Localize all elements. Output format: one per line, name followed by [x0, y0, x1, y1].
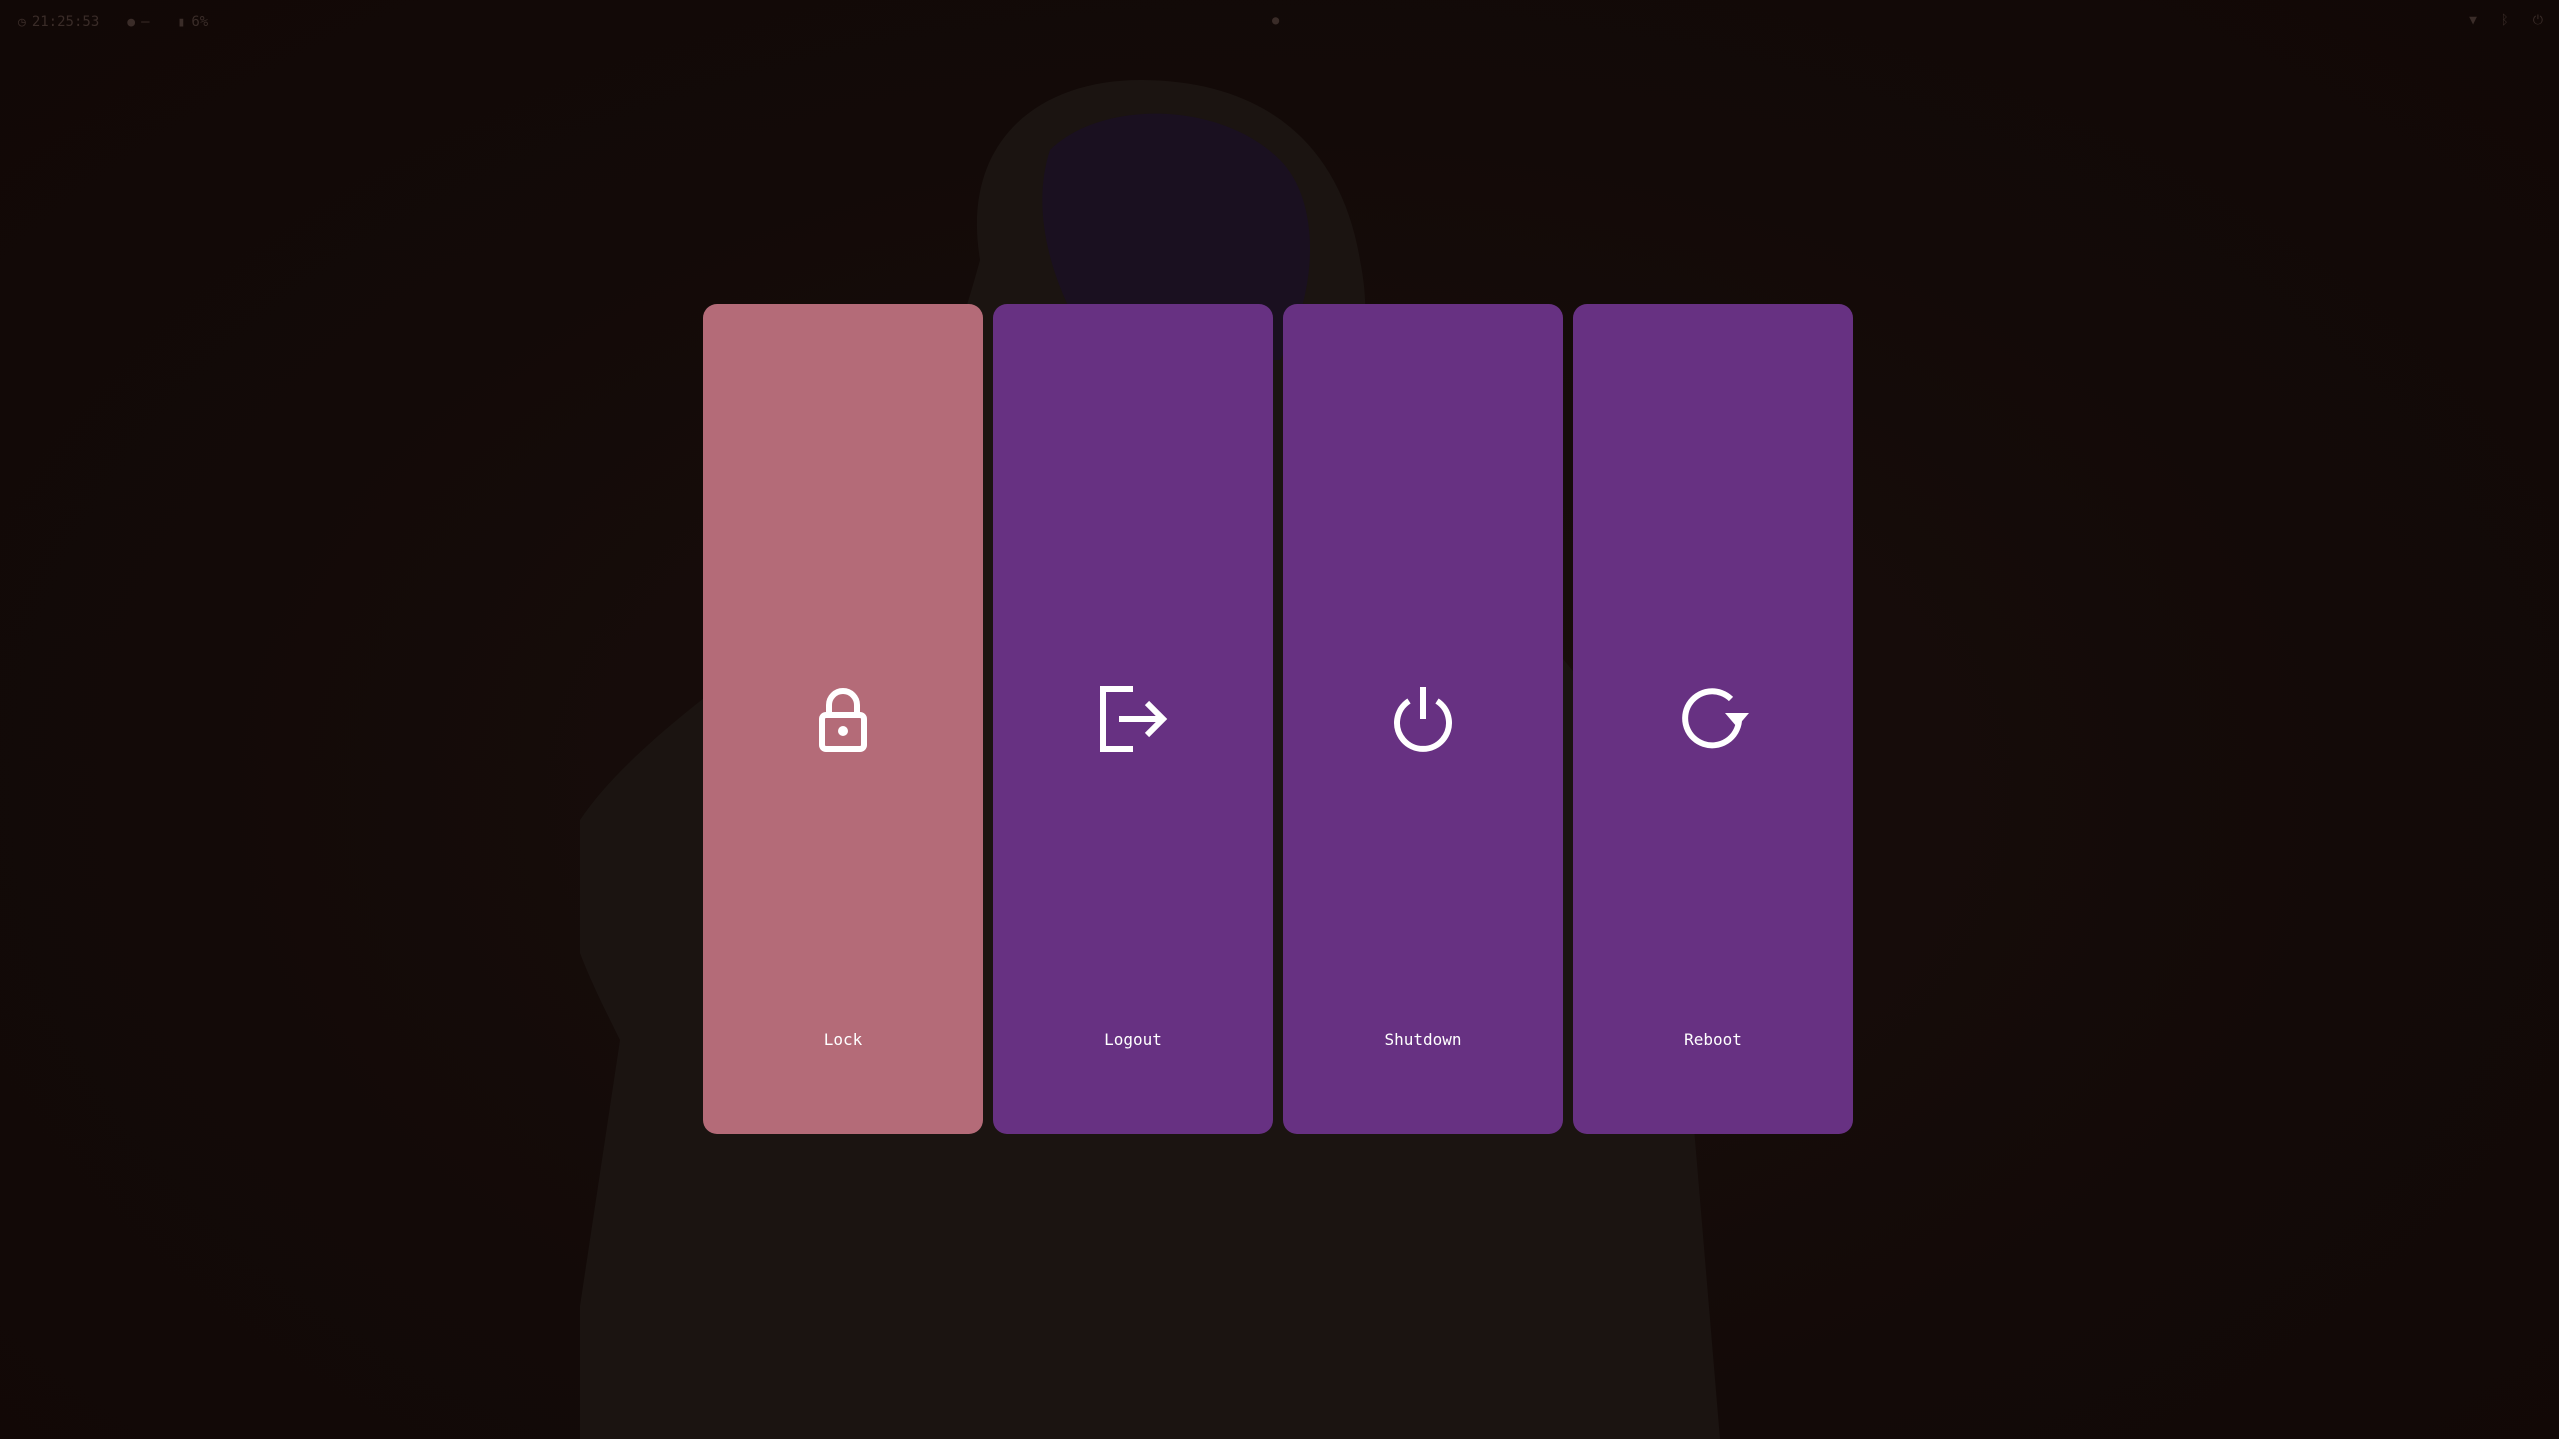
- workspace-indicator[interactable]: ●: [1272, 13, 1279, 27]
- circle-icon: ●: [127, 14, 136, 30]
- logout-icon: [1093, 679, 1173, 759]
- battery-text: 6%: [191, 14, 209, 30]
- lock-button[interactable]: Lock: [703, 304, 983, 1134]
- dot-icon: ●: [1272, 13, 1280, 27]
- logout-button[interactable]: Logout: [993, 304, 1273, 1134]
- battery-icon: ▮: [177, 14, 186, 30]
- battery-widget[interactable]: ▮ 6%: [178, 14, 209, 30]
- power-icon: [1383, 679, 1463, 759]
- workspace-widget[interactable]: ● —: [127, 14, 149, 30]
- shutdown-button[interactable]: Shutdown: [1283, 304, 1563, 1134]
- desktop: ◷ 21:25:53 ● — ▮ 6% ● ▼ ᛒ ⏻ Lock Logout …: [0, 0, 2559, 1439]
- wifi-icon[interactable]: ▼: [2469, 13, 2477, 28]
- power-menu-icon[interactable]: ⏻: [2533, 13, 2543, 28]
- clock-text: 21:25:53: [31, 14, 100, 30]
- power-menu: Lock Logout Shutdown Reboot: [703, 304, 1853, 1134]
- workspace-text: —: [141, 14, 150, 30]
- top-bar: ◷ 21:25:53 ● — ▮ 6% ● ▼ ᛒ ⏻: [0, 0, 2559, 46]
- reboot-button[interactable]: Reboot: [1573, 304, 1853, 1134]
- reboot-icon: [1673, 679, 1753, 759]
- clock-widget[interactable]: ◷ 21:25:53: [18, 14, 99, 30]
- lock-icon: [803, 679, 883, 759]
- lock-label: Lock: [823, 1030, 863, 1049]
- bluetooth-icon[interactable]: ᛒ: [2501, 13, 2509, 28]
- clock-icon: ◷: [18, 14, 26, 30]
- shutdown-label: Shutdown: [1384, 1030, 1462, 1049]
- logout-label: Logout: [1104, 1030, 1162, 1049]
- reboot-label: Reboot: [1684, 1030, 1742, 1049]
